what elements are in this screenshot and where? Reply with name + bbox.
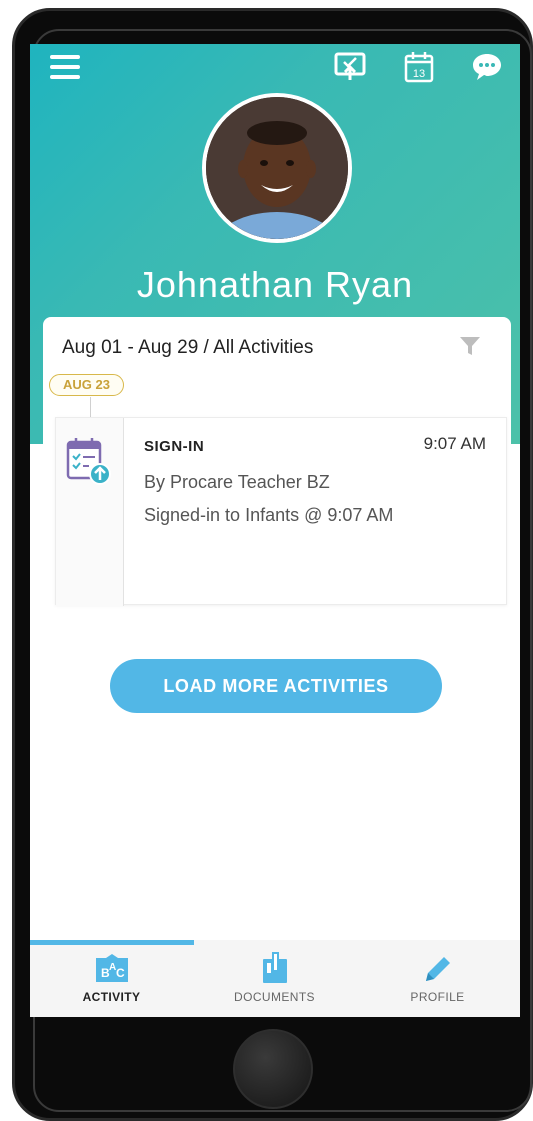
tab-profile[interactable]: PROFILE xyxy=(356,950,519,1017)
tab-activity[interactable]: B A C ACTIVITY xyxy=(30,950,193,1017)
activity-detail: Signed-in to Infants @ 9:07 AM xyxy=(144,505,394,525)
filter-summary[interactable]: Aug 01 - Aug 29 / All Activities xyxy=(62,337,313,359)
check-in-icon[interactable] xyxy=(333,50,367,84)
documents-icon xyxy=(262,952,287,983)
filter-icon[interactable] xyxy=(459,335,481,362)
activity-type: SIGN-IN xyxy=(144,438,205,455)
chat-icon[interactable] xyxy=(470,50,504,84)
home-button[interactable] xyxy=(233,1029,313,1109)
hamburger-menu-icon[interactable] xyxy=(48,50,82,84)
activity-icon-column xyxy=(56,418,124,606)
svg-text:13: 13 xyxy=(413,68,425,80)
activity-author: By Procare Teacher BZ xyxy=(144,472,330,492)
child-name: Johnathan Ryan xyxy=(136,264,414,305)
activity-time: 9:07 AM xyxy=(423,434,486,453)
active-tab-indicator xyxy=(30,940,194,945)
calendar-icon[interactable]: 13 xyxy=(402,50,436,84)
timeline-connector xyxy=(90,397,91,417)
tab-profile-label: PROFILE xyxy=(410,990,465,1004)
app-screen: 13 Johnathan Ryan Aug 01 - Aug 29 / All … xyxy=(30,44,520,1017)
svg-text:C: C xyxy=(116,966,125,980)
checklist-upload-icon xyxy=(66,438,111,485)
tab-documents[interactable]: DOCUMENTS xyxy=(193,950,356,1017)
bottom-tab-bar: B A C ACTIVITY DOCUMENTS PROFILE xyxy=(30,940,520,1017)
load-more-button[interactable]: LOAD MORE ACTIVITIES xyxy=(110,659,442,713)
activity-abc-icon: B A C xyxy=(95,954,128,982)
tab-documents-label: DOCUMENTS xyxy=(234,990,315,1004)
activity-item[interactable]: SIGN-IN 9:07 AM By Procare Teacher BZ Si… xyxy=(55,417,507,606)
date-pill: AUG 23 xyxy=(49,374,124,396)
activity-feed-card: Aug 01 - Aug 29 / All Activities AUG 23 xyxy=(43,317,511,617)
pencil-icon xyxy=(425,957,450,981)
tab-activity-label: ACTIVITY xyxy=(82,990,141,1004)
avatar[interactable] xyxy=(202,93,352,243)
child-photo xyxy=(206,97,348,239)
